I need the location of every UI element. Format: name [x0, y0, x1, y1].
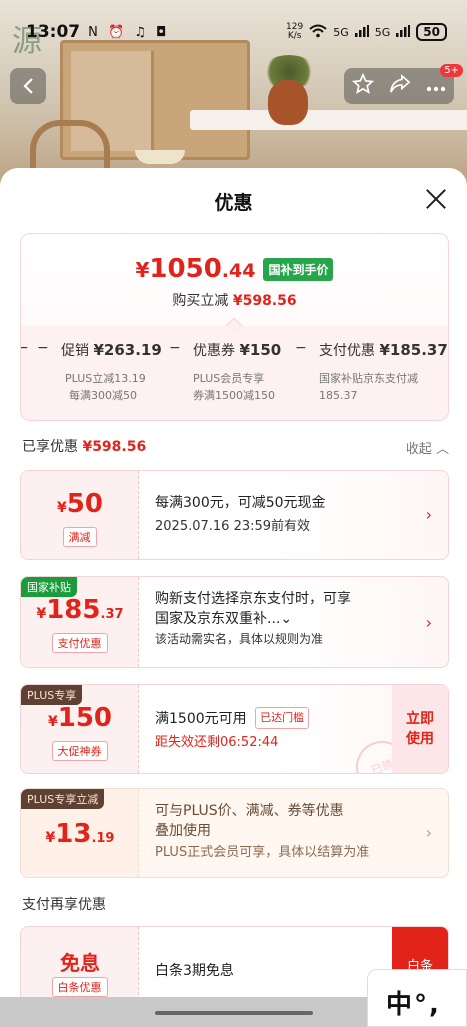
vase-shape — [268, 80, 308, 125]
minus-sign: − — [37, 340, 49, 356]
notification-badge: 5+ — [440, 64, 463, 77]
payment-section-title: 支付再享优惠 — [22, 897, 106, 913]
signal-bars-icon — [354, 24, 369, 40]
enjoyed-header: 已享优惠 ¥598.56 — [22, 439, 147, 455]
coupon-card-plus-instant[interactable]: ¥13.19 PLUS专享立减 可与PLUS价、满减、券等优惠 叠加使用 PLU… — [20, 788, 449, 878]
back-button[interactable] — [10, 68, 46, 104]
input-method-indicator[interactable]: 中°, — [367, 969, 467, 1027]
coupon-description: 每满300元，可减50元现金 2025.07.16 23:59前有效 — [155, 495, 326, 534]
close-icon[interactable] — [423, 186, 449, 212]
breakdown-promo-detail: PLUS立减13.19 每满300减50 — [65, 372, 146, 402]
coupon-description: 购新支付选择京东支付时，可享 国家及京东双重补...⌄ 该活动需实名，具体以规则… — [155, 591, 351, 646]
use-now-button[interactable]: 立即 使用 — [392, 685, 448, 773]
chevron-right-icon: › — [425, 613, 432, 632]
plus-instant-tag: PLUS专享立减 — [21, 789, 105, 809]
baitiao-description: 白条3期免息 — [155, 963, 234, 979]
coupon-kind: 满减 — [62, 527, 97, 547]
breakdown-coupon: 优惠券 ¥150 — [193, 341, 282, 359]
net-speed: 129 K/s — [286, 22, 304, 41]
top-action-group — [344, 68, 454, 104]
coupon-amount: ¥13.19 — [45, 819, 115, 849]
coupon-description: 满1500元可用 已达门槛 距失效还剩06:52:44 — [155, 707, 310, 753]
final-price-row: ¥1050.44 国补到手价 — [21, 254, 448, 284]
discount-sheet: 优惠 ¥1050.44 国补到手价 购买立减 ¥598.56 − − 促销 ¥2… — [0, 168, 467, 1027]
coupon-amount: ¥185.37 — [36, 595, 124, 625]
coupon-amount: ¥150 — [47, 703, 113, 733]
threshold-reached-badge: 已达门槛 — [255, 707, 310, 729]
collapse-toggle[interactable]: 收起 ︿ — [406, 438, 449, 457]
interest-free-label: 免息 — [60, 951, 100, 975]
table-shape — [190, 110, 467, 130]
price-summary: ¥1050.44 国补到手价 购买立减 ¥598.56 − − 促销 ¥263.… — [20, 233, 449, 421]
minus-sign: − — [169, 340, 181, 356]
favorite-star-icon[interactable] — [351, 72, 374, 100]
breakdown-coupon-detail: PLUS会员专享 券满1500减150 — [193, 372, 275, 402]
coupon-amount: ¥50 — [57, 489, 103, 519]
coupon-amount-panel: ¥50 满减 — [21, 471, 139, 559]
chevron-right-icon: › — [425, 823, 432, 842]
coupon-kind: 大促神券 — [51, 741, 108, 761]
wifi-icon — [309, 24, 327, 41]
subsidy-price-tag: 国补到手价 — [263, 257, 334, 281]
final-price: ¥1050.44 — [135, 254, 256, 284]
signal-bars-icon-2 — [396, 24, 411, 40]
coupon-card-plus-exclusive: ¥150 大促神券 PLUS专享 满1500元可用 已达门槛 距失效还剩06:5… — [20, 684, 449, 774]
chevron-left-icon — [23, 78, 33, 94]
plus-exclusive-tag: PLUS专享 — [21, 685, 83, 705]
battery-indicator: 50 — [416, 23, 447, 41]
discount-breakdown: − − 促销 ¥263.19 PLUS立减13.19 每满300减50 − 优惠… — [21, 326, 448, 420]
breakdown-promo: 促销 ¥263.19 — [61, 341, 162, 359]
coupon-card-full-reduction[interactable]: ¥50 满减 每满300元，可减50元现金 2025.07.16 23:59前有… — [20, 470, 449, 560]
breakdown-payment: 支付优惠 ¥185.37 — [319, 341, 448, 359]
national-subsidy-tag: 国家补贴 — [21, 577, 77, 597]
status-bar: 13:07 N ⏰ ♫ ◘ 129 K/s 5G 5G 50 — [0, 18, 467, 46]
more-menu-icon[interactable] — [426, 76, 446, 97]
signal-5g-b: 5G — [374, 25, 391, 39]
signal-5g-a: 5G — [333, 25, 349, 39]
coupon-kind: 支付优惠 — [51, 633, 108, 653]
coupon-description: 可与PLUS价、满减、券等优惠 叠加使用 PLUS正式会员可享，具体以结算为准 — [155, 803, 370, 860]
breakdown-payment-detail: 国家补贴京东支付减 185.37 — [319, 372, 418, 402]
baitiao-kind: 白条优惠 — [51, 977, 108, 997]
bowl-shape — [135, 150, 185, 164]
notification-icons: N ⏰ ♫ ◘ — [88, 24, 170, 40]
minus-sign: − — [21, 340, 29, 356]
share-icon[interactable] — [389, 73, 411, 99]
expiry-countdown: 距失效还剩06:52:44 — [155, 735, 279, 750]
chevron-right-icon: › — [425, 505, 432, 524]
coupon-card-national-subsidy[interactable]: ¥185.37 支付优惠 国家补贴 购新支付选择京东支付时，可享 国家及京东双重… — [20, 576, 449, 668]
minus-sign: − — [295, 340, 307, 356]
status-time: 13:07 — [26, 22, 81, 42]
sheet-title: 优惠 — [214, 192, 253, 214]
status-right: 129 K/s 5G 5G 50 — [286, 23, 447, 41]
total-discount: 购买立减 ¥598.56 — [172, 293, 297, 309]
